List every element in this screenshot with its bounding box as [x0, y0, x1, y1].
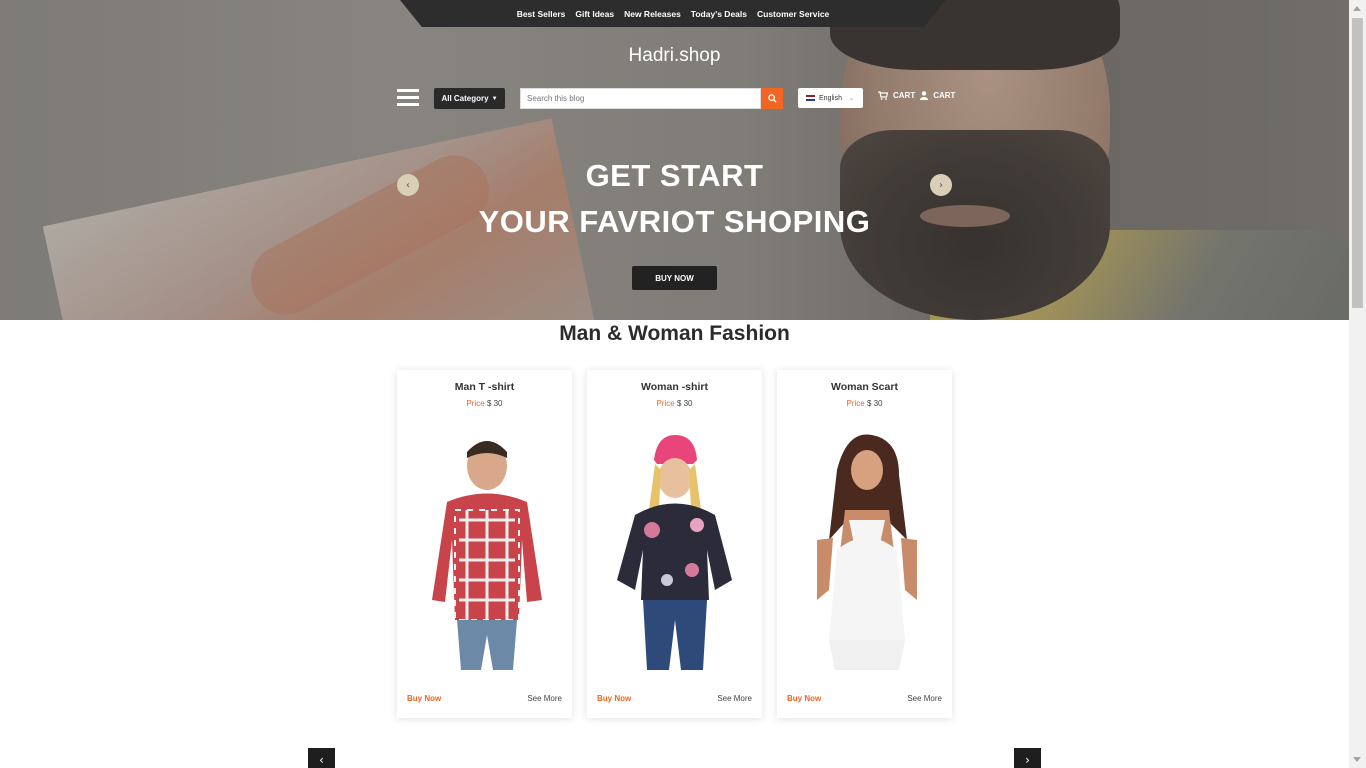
brand-logo[interactable]: Hadri.shop [0, 45, 1349, 67]
product-price: Price $ 30 [777, 399, 952, 408]
section-title: Man & Woman Fashion [559, 322, 790, 345]
cart-area: CART CART [878, 91, 955, 100]
price-value: $ 30 [676, 399, 693, 408]
price-value: $ 30 [866, 399, 883, 408]
buy-now-link[interactable]: Buy Now [597, 694, 631, 703]
chevron-down-icon: ⌄ [848, 95, 854, 102]
price-label: Price [846, 399, 865, 408]
cart-icon[interactable] [878, 91, 888, 100]
nav-link-gift-ideas[interactable]: Gift Ideas [575, 9, 614, 19]
product-price: Price $ 30 [587, 399, 762, 408]
user-icon[interactable] [920, 91, 929, 100]
price-label: Price [656, 399, 675, 408]
category-label: All Category [441, 94, 489, 103]
product-card[interactable]: Woman -shirt Price $ 30 Buy Now See More [587, 370, 762, 718]
hero-title-line2: YOUR FAVRIOT SHOPING [478, 204, 871, 239]
product-image-woman-shirt[interactable] [597, 430, 752, 670]
price-label: Price [466, 399, 485, 408]
carousel-next-button[interactable]: › [1014, 748, 1041, 768]
caret-down-icon: ▼ [491, 95, 498, 102]
hero-buy-now-button[interactable]: BUY NOW [632, 266, 717, 290]
product-image-man-shirt[interactable] [407, 430, 562, 670]
product-name: Woman Scart [831, 381, 898, 393]
buy-now-link[interactable]: Buy Now [787, 694, 821, 703]
header-toolbar: All Category ▼ English ⌄ CART CART [397, 87, 957, 109]
hero-title-line1: GET START [585, 158, 764, 193]
search-icon [767, 94, 777, 103]
chevron-right-icon: › [1025, 753, 1030, 767]
carousel-prev-button[interactable]: ‹ [308, 748, 335, 768]
chevron-left-icon: ‹ [319, 753, 324, 767]
see-more-link[interactable]: See More [527, 694, 562, 703]
account-link[interactable]: CART [933, 91, 955, 100]
product-name: Woman -shirt [641, 381, 708, 393]
see-more-link[interactable]: See More [907, 694, 942, 703]
search-input[interactable] [520, 88, 761, 109]
category-dropdown[interactable]: All Category ▼ [434, 88, 505, 109]
page-scrollbar[interactable] [1349, 0, 1366, 768]
search-button[interactable] [761, 88, 783, 109]
see-more-link[interactable]: See More [717, 694, 752, 703]
flag-icon [806, 95, 815, 101]
product-price: Price $ 30 [397, 399, 572, 408]
top-navigation: Best Sellers Gift Ideas New Releases Tod… [400, 0, 946, 27]
nav-link-todays-deals[interactable]: Today's Deals [691, 9, 747, 19]
language-selector[interactable]: English ⌄ [798, 88, 863, 108]
language-label: English [819, 94, 842, 102]
product-card[interactable]: Woman Scart Price $ 30 Buy Now See More [777, 370, 952, 718]
cart-link[interactable]: CART [893, 91, 915, 100]
nav-link-best-sellers[interactable]: Best Sellers [517, 9, 566, 19]
product-card[interactable]: Man T -shirt Price $ 30 Buy Now See More [397, 370, 572, 718]
buy-now-link[interactable]: Buy Now [407, 694, 441, 703]
scrollbar-thumb[interactable] [1352, 18, 1363, 308]
search-bar [520, 88, 783, 109]
product-name: Man T -shirt [454, 381, 515, 393]
hamburger-icon[interactable] [397, 89, 419, 107]
scroll-down-icon[interactable] [1353, 757, 1361, 762]
nav-link-customer-service[interactable]: Customer Service [757, 9, 829, 19]
nav-link-new-releases[interactable]: New Releases [624, 9, 681, 19]
price-value: $ 30 [486, 399, 503, 408]
scroll-up-icon[interactable] [1353, 6, 1361, 11]
product-image-woman-dress[interactable] [787, 430, 942, 670]
